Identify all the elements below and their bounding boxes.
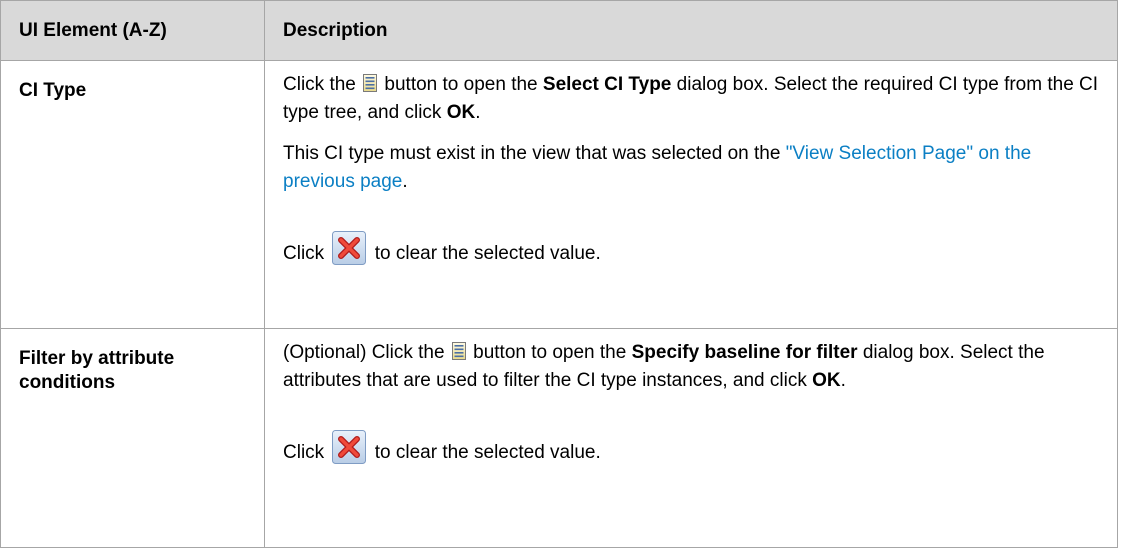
ok-label: OK [446, 102, 476, 123]
column-header-description: Description [264, 0, 1118, 61]
description-paragraph: (Optional) Click the button to open the … [283, 339, 1099, 395]
ui-element-description: Click the button to open the Select CI T… [264, 60, 1118, 329]
dialog-name: Select CI Type [542, 74, 672, 95]
text: . [840, 370, 846, 391]
list-icon [451, 341, 466, 360]
table-row: Filter by attribute conditions (Optional… [0, 328, 1118, 548]
text: This CI type must exist in the view that… [283, 143, 781, 164]
description-paragraph: Click the button to open the Select CI T… [283, 71, 1099, 127]
description-paragraph: Click to clear the selected value. [283, 209, 1099, 271]
ok-label: OK [812, 370, 841, 391]
text: button to open the [384, 74, 538, 95]
table-header-row: UI Element (A-Z) Description [0, 0, 1118, 61]
clear-icon [332, 430, 367, 464]
table-row: CI Type Click the button to open the Sel… [0, 60, 1118, 329]
ui-element-name: Filter by attribute conditions [0, 328, 265, 548]
ui-element-description: (Optional) Click the button to open the … [264, 328, 1118, 548]
description-paragraph: This CI type must exist in the view that… [283, 140, 1099, 196]
ui-elements-table: UI Element (A-Z) Description CI Type Cli… [0, 0, 1118, 548]
text: (Optional) Click the [283, 342, 445, 363]
text: Click [283, 243, 325, 264]
text: button to open the [473, 342, 627, 363]
description-paragraph: Click to clear the selected value. [283, 408, 1099, 470]
text: Click [283, 442, 325, 463]
dialog-name: Specify baseline for filter [631, 342, 858, 363]
text: to clear the selected value. [374, 442, 601, 463]
text: Click the [283, 74, 356, 95]
column-header-ui-element: UI Element (A-Z) [0, 0, 265, 61]
text: to clear the selected value. [374, 243, 601, 264]
text: . [402, 171, 408, 192]
text: . [475, 102, 481, 123]
clear-icon [332, 231, 367, 265]
ui-element-name: CI Type [0, 60, 265, 329]
list-icon [363, 73, 378, 92]
